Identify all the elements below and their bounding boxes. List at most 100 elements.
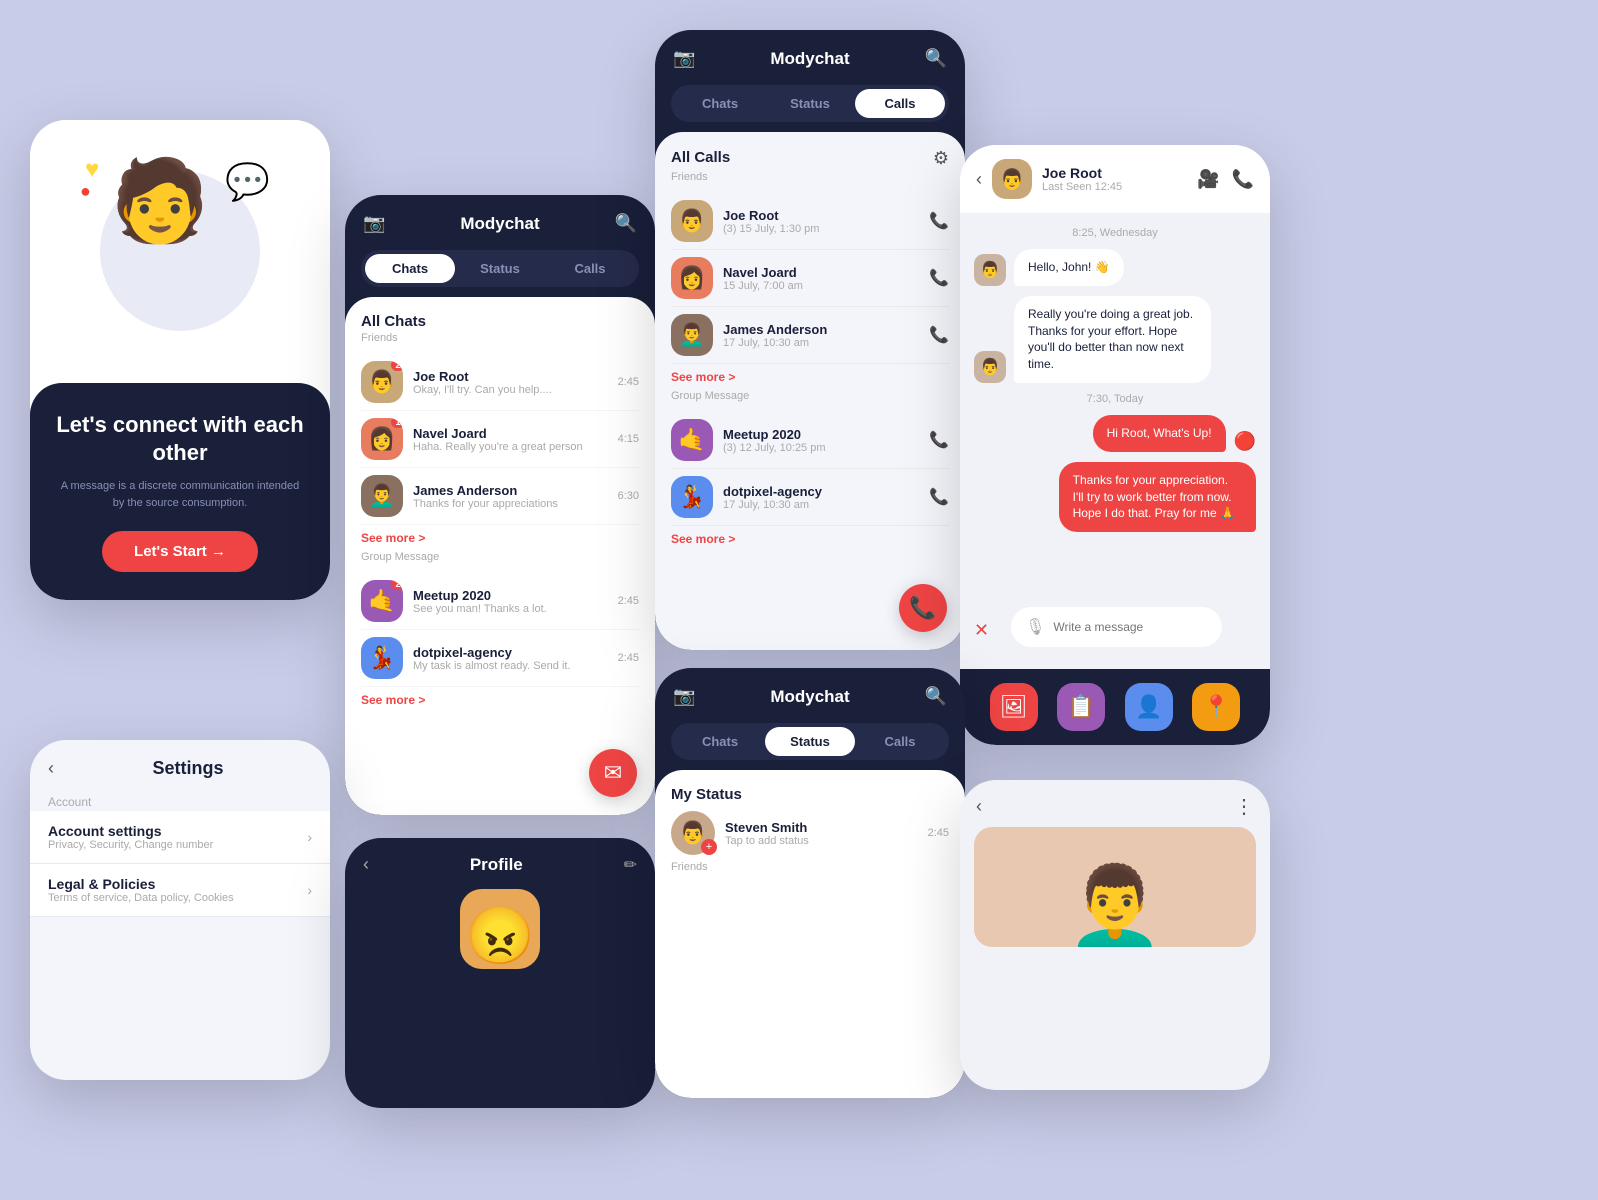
status-tab-calls[interactable]: Calls	[855, 727, 945, 756]
status-add-badge: +	[701, 839, 717, 855]
call-info-joe: Joe Root (3) 15 July, 1:30 pm	[723, 208, 919, 235]
delete-button[interactable]: ✕	[974, 620, 989, 641]
profile-header: ‹ Profile ✏	[345, 838, 655, 885]
tab-chats[interactable]: Chats	[365, 254, 455, 283]
welcome-subtitle: A message is a discrete communication in…	[54, 478, 306, 511]
voice-call-icon[interactable]: 📞	[1232, 169, 1254, 190]
call-name-joe: Joe Root	[723, 208, 919, 223]
profile-edit-icon[interactable]: ✏	[624, 855, 637, 875]
chat-item-meetup[interactable]: 🤙2 Meetup 2020 See you man! Thanks a lot…	[361, 573, 639, 630]
call-time-joe: (3) 15 July, 1:30 pm	[723, 223, 919, 235]
calls-camera-icon[interactable]: 📷	[673, 48, 695, 69]
call-info-navel: Navel Joard 15 July, 7:00 am	[723, 265, 919, 292]
see-more-groups-button[interactable]: See more >	[361, 687, 425, 713]
mic-icon[interactable]: 🎙	[1025, 617, 1045, 637]
call-phone-icon-joe[interactable]: 📞	[929, 211, 949, 231]
convo-contact-info: Joe Root Last Seen 12:45	[1042, 165, 1122, 193]
chat-item-dotpixel[interactable]: 💃 dotpixel-agency My task is almost read…	[361, 630, 639, 687]
recent-content: 👨‍🦱	[960, 827, 1270, 947]
convo-last-seen: Last Seen 12:45	[1042, 181, 1122, 193]
settings-legal-info: Legal & Policies Terms of service, Data …	[48, 876, 307, 904]
status-search-icon[interactable]: 🔍	[925, 686, 947, 707]
compose-fab[interactable]: ✉	[589, 749, 637, 797]
my-status-time: 2:45	[928, 827, 949, 839]
bottom-location-button[interactable]: 📍	[1192, 683, 1240, 731]
lets-start-button[interactable]: Let's Start →	[102, 531, 258, 572]
call-phone-icon-navel[interactable]: 📞	[929, 268, 949, 288]
call-phone-icon-james[interactable]: 📞	[929, 325, 949, 345]
call-item-dotpixel-calls[interactable]: 💃 dotpixel-agency 17 July, 10:30 am 📞	[671, 469, 949, 526]
calls-avatar-dotpixel: 💃	[671, 476, 713, 518]
my-status-info: Steven Smith Tap to add status	[725, 820, 809, 847]
convo-messages: 8:25, Wednesday 👨 Hello, John! 👋 👨 Reall…	[960, 213, 1270, 593]
see-more-friends-button[interactable]: See more >	[361, 525, 425, 551]
settings-item-legal[interactable]: Legal & Policies Terms of service, Data …	[30, 864, 330, 917]
call-name-dotpixel: dotpixel-agency	[723, 484, 919, 499]
call-phone-icon-dotpixel[interactable]: 📞	[929, 487, 949, 507]
camera-icon[interactable]: 📷	[363, 213, 385, 234]
status-camera-icon[interactable]: 📷	[673, 686, 695, 707]
my-status-item[interactable]: 👨+ Steven Smith Tap to add status 2:45	[671, 805, 949, 861]
tab-calls[interactable]: Calls	[545, 254, 635, 283]
convo-avatar: 👨	[992, 159, 1032, 199]
heart-icon-1: ♥	[85, 156, 99, 184]
call-info-james: James Anderson 17 July, 10:30 am	[723, 322, 919, 349]
filter-icon[interactable]: ⚙	[933, 148, 949, 169]
recent-header: ‹ ⋮	[960, 780, 1270, 827]
settings-item-account[interactable]: Account settings Privacy, Security, Chan…	[30, 811, 330, 864]
status-tab-status[interactable]: Status	[765, 727, 855, 756]
chevron-icon-account: ›	[307, 829, 312, 845]
call-item-navel[interactable]: 👩 Navel Joard 15 July, 7:00 am 📞	[671, 250, 949, 307]
calls-app-title: Modychat	[770, 49, 849, 69]
chat-item-navel[interactable]: 👩1 Navel Joard Haha. Really you're a gre…	[361, 411, 639, 468]
all-chats-label: All Chats	[361, 313, 639, 330]
call-item-meetup[interactable]: 🤙 Meetup 2020 (3) 12 July, 10:25 pm 📞	[671, 412, 949, 469]
chat-bubble-icon: 💬	[225, 161, 270, 203]
recent-back-button[interactable]: ‹	[976, 796, 982, 817]
calls-tab-calls[interactable]: Calls	[855, 89, 945, 118]
msg-received-2: 👨 Really you're doing a great job. Thank…	[974, 296, 1256, 383]
chat-item-james[interactable]: 👨‍🦱 James Anderson Thanks for your appre…	[361, 468, 639, 525]
calls-tab-chats[interactable]: Chats	[675, 89, 765, 118]
chat-item-joe[interactable]: 👨2 Joe Root Okay, I'll try. Can you help…	[361, 354, 639, 411]
call-phone-icon-meetup[interactable]: 📞	[929, 430, 949, 450]
msg-bubble-received-1: Hello, John! 👋	[1014, 249, 1124, 286]
calls-search-icon[interactable]: 🔍	[925, 48, 947, 69]
calls-fab[interactable]: 📞	[899, 584, 947, 632]
search-icon[interactable]: 🔍	[615, 213, 637, 234]
convo-contact-name: Joe Root	[1042, 165, 1122, 181]
calls-group-label: Group Message	[671, 390, 949, 402]
call-item-james[interactable]: 👨‍🦱 James Anderson 17 July, 10:30 am 📞	[671, 307, 949, 364]
calls-see-more-friends[interactable]: See more >	[671, 364, 735, 390]
settings-header: ‹ Settings	[30, 740, 330, 789]
call-time-james: 17 July, 10:30 am	[723, 337, 919, 349]
convo-bottom-bar: 🖼 📋 👤 📍	[960, 669, 1270, 745]
back-button[interactable]: ‹	[976, 169, 982, 190]
call-item-joe[interactable]: 👨 Joe Root (3) 15 July, 1:30 pm 📞	[671, 193, 949, 250]
settings-back-button[interactable]: ‹	[48, 758, 54, 779]
bottom-image-button[interactable]: 🖼	[990, 683, 1038, 731]
avatar-meetup: 🤙2	[361, 580, 403, 622]
illustration: ♥ ● 💬 🧑	[80, 151, 280, 351]
recent-more-icon[interactable]: ⋮	[1234, 794, 1254, 819]
calls-tab-status[interactable]: Status	[765, 89, 855, 118]
calls-screen: 📷 Modychat 🔍 Chats Status Calls All Call…	[655, 30, 965, 650]
tab-status[interactable]: Status	[455, 254, 545, 283]
my-status-label: My Status	[671, 786, 949, 803]
status-tab-chats[interactable]: Chats	[675, 727, 765, 756]
calls-see-more-groups[interactable]: See more >	[671, 526, 735, 552]
msg-bubble-received-2: Really you're doing a great job. Thanks …	[1014, 296, 1211, 383]
chevron-icon-legal: ›	[307, 882, 312, 898]
bottom-contact-button[interactable]: 👤	[1125, 683, 1173, 731]
chats-header: 📷 Modychat 🔍	[345, 195, 655, 244]
bottom-doc-button[interactable]: 📋	[1057, 683, 1105, 731]
calls-avatar-joe: 👨	[671, 200, 713, 242]
convo-actions: 🎥 📞	[1197, 169, 1254, 190]
convo-header: ‹ 👨 Joe Root Last Seen 12:45 🎥 📞	[960, 145, 1270, 213]
profile-title: Profile	[369, 855, 624, 875]
calls-list-body: All Calls ⚙ Friends 👨 Joe Root (3) 15 Ju…	[655, 132, 965, 650]
video-call-icon[interactable]: 🎥	[1197, 169, 1219, 190]
settings-legal-name: Legal & Policies	[48, 876, 307, 892]
chat-info-joe: Joe Root Okay, I'll try. Can you help...…	[413, 369, 608, 396]
message-input[interactable]	[1053, 620, 1208, 634]
